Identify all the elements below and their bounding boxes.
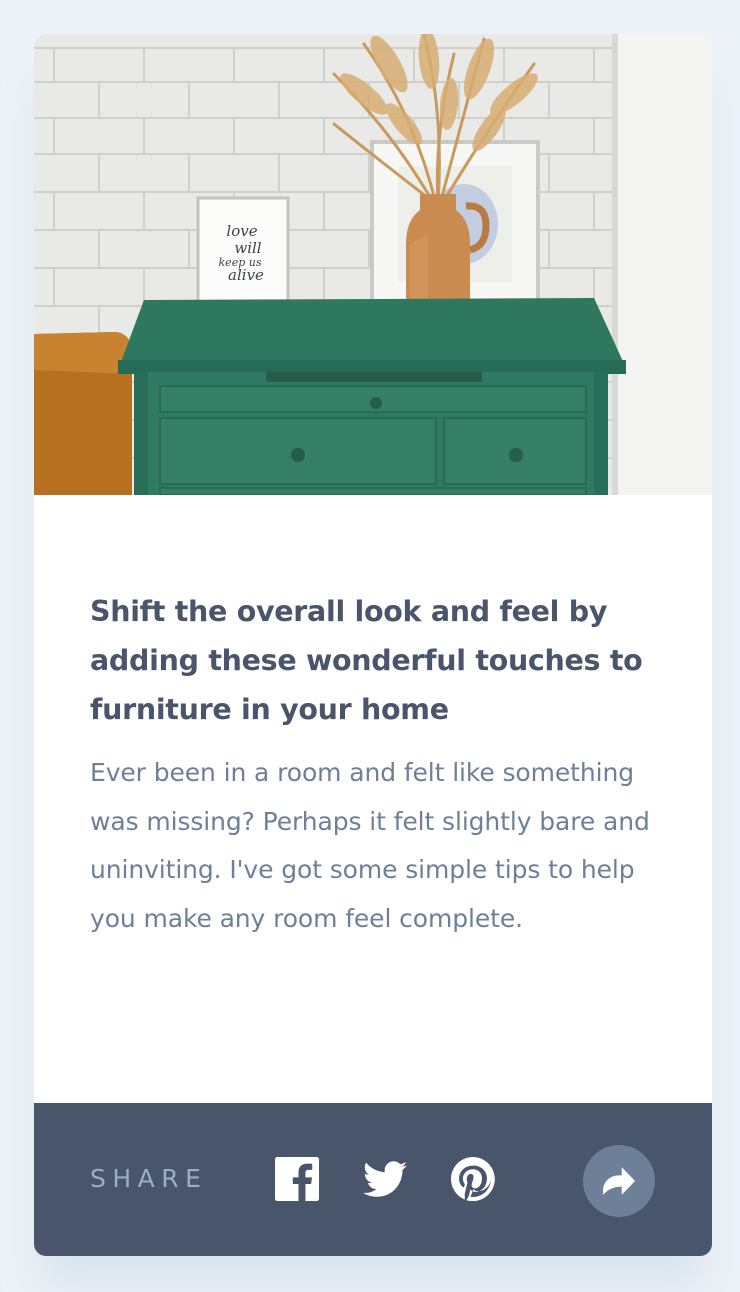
share-bar: SHARE (34, 1103, 712, 1256)
pinterest-icon[interactable] (451, 1157, 495, 1201)
article-content: Shift the overall look and feel by addin… (90, 587, 650, 943)
drawers-photo: love will keep us alive (34, 34, 712, 495)
article-hero-image: love will keep us alive (34, 34, 712, 495)
article-title[interactable]: Shift the overall look and feel by addin… (90, 587, 650, 734)
facebook-icon[interactable] (275, 1157, 319, 1201)
share-label: SHARE (90, 1164, 208, 1193)
svg-text:alive: alive (228, 266, 264, 284)
svg-text:love: love (226, 222, 257, 240)
article-excerpt: Ever been in a room and felt like someth… (90, 758, 650, 933)
article-preview-card: love will keep us alive Shift the overal… (34, 34, 712, 1256)
share-button[interactable] (583, 1145, 655, 1217)
share-arrow-icon (603, 1167, 635, 1195)
twitter-icon[interactable] (363, 1157, 407, 1201)
svg-text:will: will (234, 239, 261, 257)
